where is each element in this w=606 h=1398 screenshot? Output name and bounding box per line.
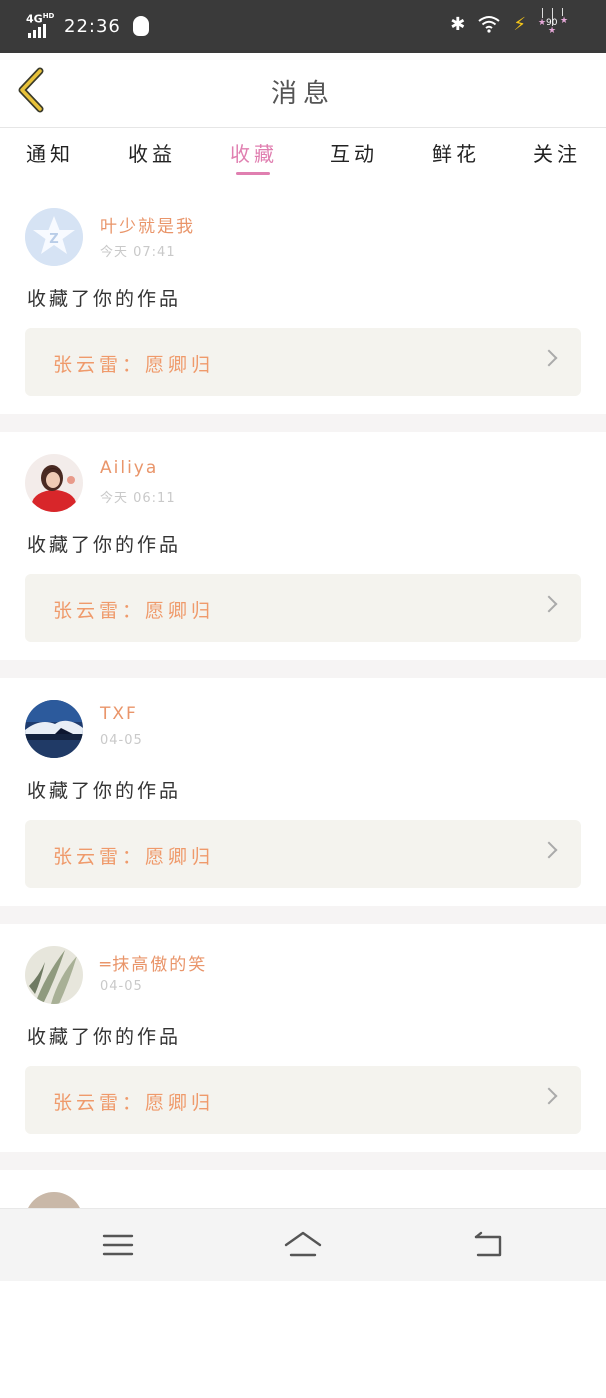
username[interactable]: TXF <box>100 704 138 724</box>
list-item: Z 叶少就是我 今天 07:41 收藏了你的作品 张云雷：愿卿归 <box>0 186 606 414</box>
home-icon[interactable] <box>283 1227 323 1263</box>
chevron-right-icon <box>540 841 558 859</box>
mountain-photo-avatar-icon <box>25 700 83 758</box>
timestamp: 04-05 <box>100 733 143 748</box>
tab-interaction[interactable]: 互动 <box>330 138 378 167</box>
qq-notification-icon <box>132 16 149 36</box>
list-item: TXF 04-05 收藏了你的作品 张云雷：愿卿归 <box>0 678 606 906</box>
charging-icon: ⚡ <box>513 13 526 35</box>
tab-earnings[interactable]: 收益 <box>128 138 176 167</box>
tab-favorites[interactable]: 收藏 <box>230 138 278 167</box>
status-time: 22:36 <box>64 15 121 37</box>
avatar[interactable]: Z <box>25 208 83 266</box>
avatar[interactable] <box>25 700 83 758</box>
signal-icon: 4GHD <box>26 12 56 38</box>
work-link[interactable]: 张云雷：愿卿归 <box>25 1066 581 1134</box>
list-item: ═抹高傲的笑 04-05 收藏了你的作品 张云雷：愿卿归 <box>0 924 606 1152</box>
timestamp: 今天 07:41 <box>100 245 176 260</box>
active-tab-indicator <box>236 172 270 175</box>
username[interactable]: Ailiya <box>100 458 158 478</box>
divider <box>0 906 606 924</box>
chevron-right-icon <box>540 1087 558 1105</box>
page-title: 消息 <box>270 79 335 109</box>
girl-photo-avatar-icon <box>25 454 83 512</box>
status-right: ✱ ⚡ ★ ★ ★ 90 <box>450 8 572 36</box>
battery-level: 90 <box>546 18 558 28</box>
svg-text:Z: Z <box>49 232 58 247</box>
work-link[interactable]: 张云雷：愿卿归 <box>25 574 581 642</box>
status-bar: 4GHD 22:36 ✱ ⚡ ★ ★ ★ 90 <box>0 0 606 53</box>
list-item: Ailiya 今天 06:11 收藏了你的作品 张云雷：愿卿归 <box>0 432 606 660</box>
list-item-partial <box>0 1170 606 1398</box>
qq-default-avatar-icon: Z <box>25 208 83 266</box>
work-link[interactable]: 张云雷：愿卿归 <box>25 328 581 396</box>
divider <box>0 660 606 678</box>
timestamp: 今天 06:11 <box>100 491 176 506</box>
tab-flowers[interactable]: 鲜花 <box>432 138 480 167</box>
action-text: 收藏了你的作品 <box>27 534 182 556</box>
leaf-photo-avatar-icon <box>25 946 83 1004</box>
work-title: 张云雷：愿卿归 <box>53 600 215 622</box>
work-title: 张云雷：愿卿归 <box>53 1092 215 1114</box>
tab-follow[interactable]: 关注 <box>533 138 581 167</box>
chevron-right-icon <box>540 349 558 367</box>
chevron-right-icon <box>540 595 558 613</box>
timestamp: 04-05 <box>100 979 143 994</box>
system-nav-bar <box>0 1208 606 1281</box>
battery-icon: ★ ★ ★ 90 <box>538 8 572 36</box>
divider <box>0 414 606 432</box>
tab-notice[interactable]: 通知 <box>26 138 74 167</box>
header: 消息 <box>0 53 606 128</box>
avatar[interactable] <box>25 454 83 512</box>
menu-icon[interactable] <box>98 1227 138 1263</box>
back-icon[interactable] <box>468 1227 508 1263</box>
bluetooth-icon: ✱ <box>450 13 466 35</box>
avatar[interactable] <box>25 946 83 1004</box>
tab-bar: 通知 收益 收藏 互动 鲜花 关注 <box>0 128 606 180</box>
work-link[interactable]: 张云雷：愿卿归 <box>25 820 581 888</box>
username[interactable]: ═抹高傲的笑 <box>100 950 207 975</box>
action-text: 收藏了你的作品 <box>27 288 182 310</box>
status-left: 4GHD 22:36 <box>26 12 149 38</box>
action-text: 收藏了你的作品 <box>27 780 182 802</box>
wifi-icon <box>478 16 500 33</box>
action-text: 收藏了你的作品 <box>27 1026 182 1048</box>
divider <box>0 1152 606 1170</box>
username[interactable]: 叶少就是我 <box>100 212 195 237</box>
work-title: 张云雷：愿卿归 <box>53 846 215 868</box>
work-title: 张云雷：愿卿归 <box>53 354 215 376</box>
